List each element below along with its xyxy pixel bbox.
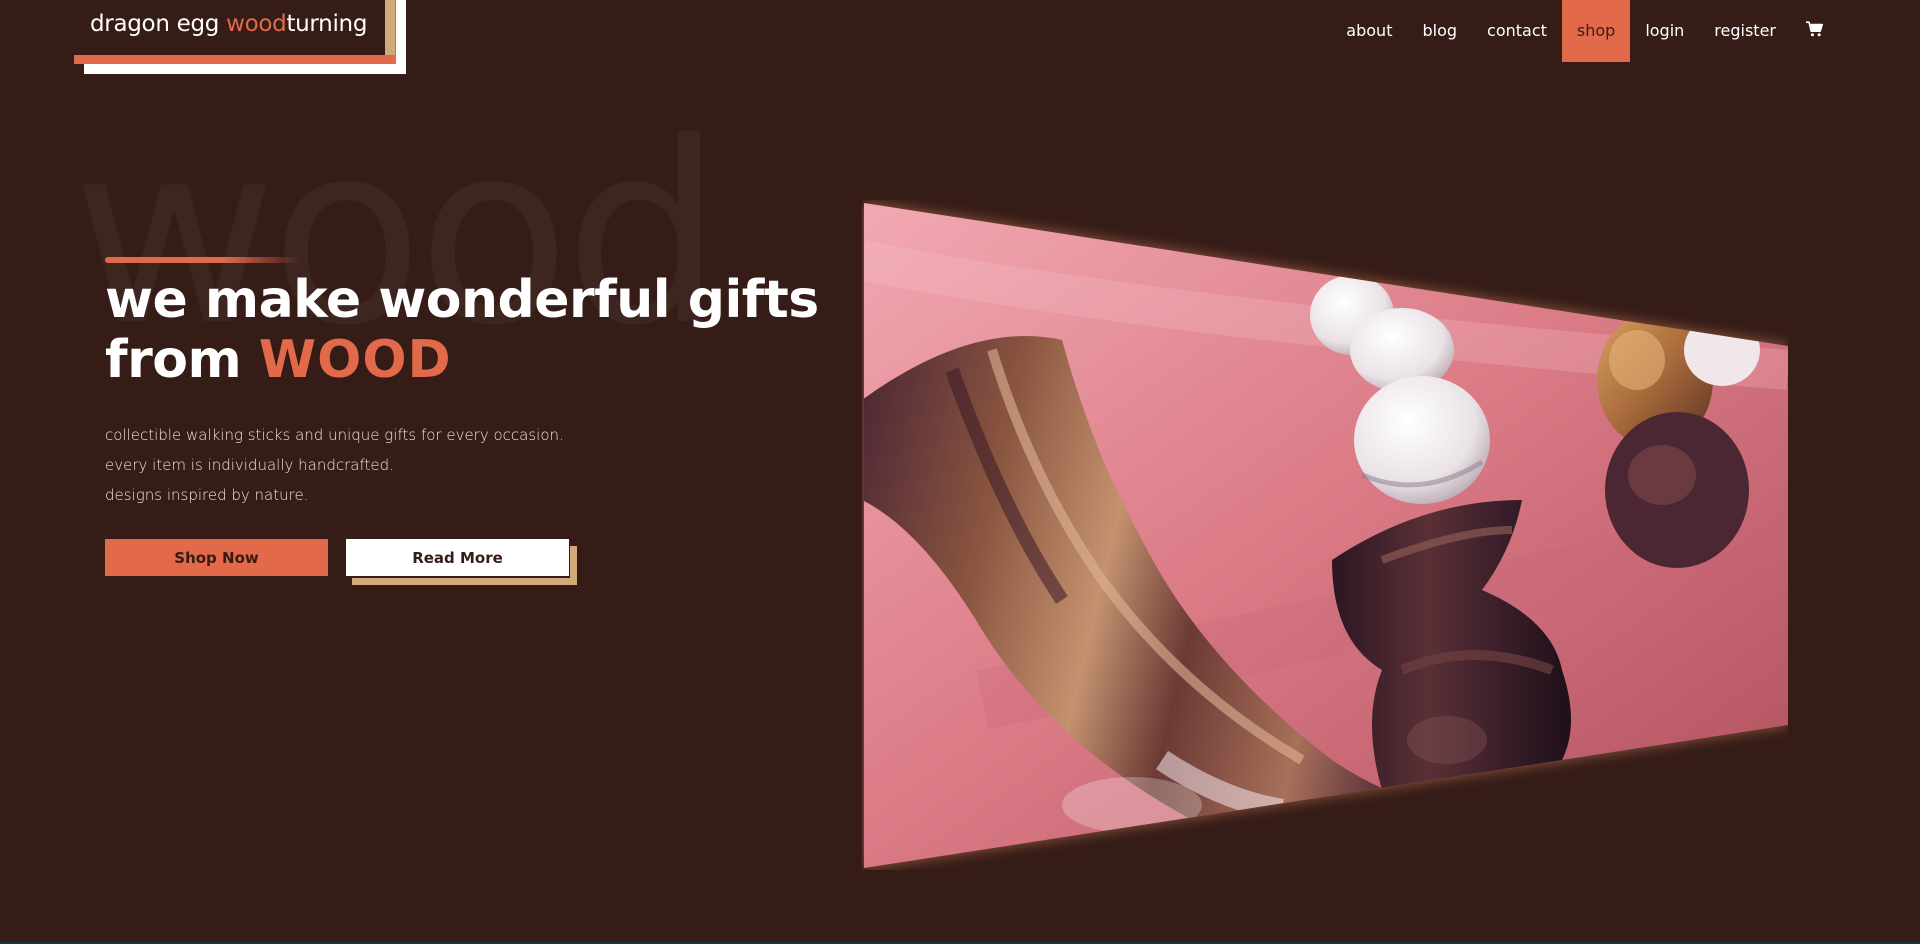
headline-line2-prefix: from <box>105 330 259 390</box>
hero-product-image <box>864 203 1788 868</box>
headline-accent-word: WOOD <box>258 330 452 390</box>
headline-line1: we make wonderful gifts <box>105 270 819 330</box>
hero-headline: we make wonderful gifts from WOOD <box>105 270 865 390</box>
description-line: every item is individually handcrafted. <box>105 456 394 474</box>
page: wood dragon egg woodturning about blog c… <box>0 0 1920 942</box>
shopping-cart-icon <box>1806 21 1823 37</box>
logo-text-part2: turning <box>286 11 368 37</box>
read-more-button[interactable]: Read More <box>346 539 569 576</box>
main-nav: about blog contact shop login register <box>1331 0 1838 62</box>
description-line: collectible walking sticks and unique gi… <box>105 426 564 444</box>
nav-blog[interactable]: blog <box>1407 0 1472 62</box>
cart-button[interactable] <box>1791 0 1838 62</box>
logo-edge-tan <box>385 0 395 55</box>
logo-text-accent: wood <box>226 11 287 37</box>
shop-now-button[interactable]: Shop Now <box>105 539 328 576</box>
hero-description: collectible walking sticks and unique gi… <box>105 420 564 510</box>
site-logo[interactable]: dragon egg woodturning <box>74 0 385 55</box>
headline-accent-line <box>105 257 301 263</box>
description-line: designs inspired by nature. <box>105 486 309 504</box>
nav-shop[interactable]: shop <box>1561 0 1631 62</box>
nav-contact[interactable]: contact <box>1472 0 1562 62</box>
nav-about[interactable]: about <box>1331 0 1407 62</box>
nav-register[interactable]: register <box>1699 0 1791 62</box>
logo-text-part1: dragon egg <box>90 11 227 37</box>
nav-login[interactable]: login <box>1630 0 1699 62</box>
